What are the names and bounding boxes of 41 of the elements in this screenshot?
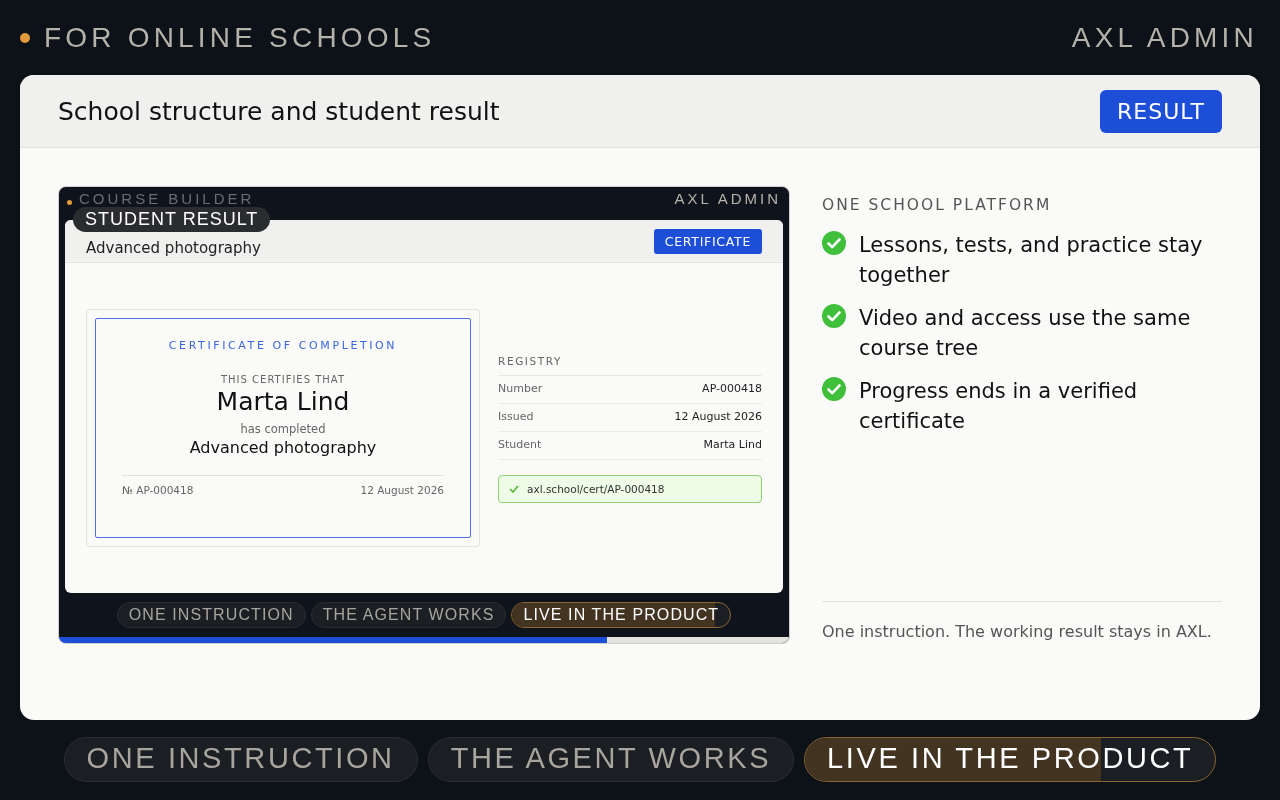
course-name: Advanced photography — [189, 438, 377, 457]
brand-name: AXL ADMIN — [1071, 21, 1258, 54]
tab[interactable]: LIVE IN THE PRODUCT — [511, 602, 732, 628]
registry-title: REGISTRY — [498, 355, 762, 376]
brand-name: AXL ADMIN — [674, 190, 781, 208]
tab[interactable]: ONE INSTRUCTION — [116, 602, 306, 628]
certificate-date: 12 August 2026 — [360, 484, 444, 496]
registry-value: AP-000418 — [702, 382, 762, 397]
feature-text: Video and access use the same course tree — [859, 305, 1192, 362]
tab[interactable]: THE AGENT WORKS — [310, 602, 507, 628]
verification-link[interactable]: axl.school/cert/AP-000418 — [498, 475, 762, 503]
student-name: Marta Lind — [216, 387, 350, 416]
certificate-heading: CERTIFICATE OF COMPLETION — [168, 339, 398, 352]
check-icon — [822, 231, 846, 255]
registry-label: Number — [498, 382, 543, 397]
status-dot — [20, 32, 30, 43]
registry-value: Marta Lind — [703, 438, 762, 453]
registry-label: Issued — [498, 410, 534, 425]
preview-caption: COURSE BUILDER — [79, 190, 255, 208]
registry-label: Student — [498, 438, 542, 453]
certificate-number: № AP-000418 — [122, 484, 194, 496]
check-icon — [822, 377, 846, 401]
tab[interactable]: LIVE IN THE PRODUCT — [804, 737, 1217, 782]
tab[interactable]: THE AGENT WORKS — [427, 737, 795, 782]
certificate-intro: THIS CERTIFIES THAT — [221, 374, 345, 385]
status-dot — [67, 199, 72, 205]
feature-text: Lessons, tests, and practice stay together — [859, 232, 1204, 289]
check-icon — [509, 485, 519, 493]
note-text: One instruction. The working result stays in AXL. — [822, 601, 1222, 644]
certificate-text: has completed — [240, 422, 326, 436]
course-title: Advanced photography — [86, 238, 261, 257]
student-result-badge: STUDENT RESULT — [73, 207, 271, 232]
features-title: ONE SCHOOL PLATFORM — [822, 196, 1053, 214]
registry-value: 12 August 2026 — [674, 410, 762, 425]
certificate-button[interactable]: CERTIFICATE — [653, 228, 762, 254]
feature-text: Progress ends in a verified certificate — [859, 378, 1139, 435]
result-button[interactable]: RESULT — [1100, 89, 1222, 133]
panel-title: School structure and student result — [58, 96, 500, 126]
tagline: FOR ONLINE SCHOOLS — [44, 21, 436, 54]
tab[interactable]: ONE INSTRUCTION — [63, 737, 418, 782]
check-icon — [822, 304, 846, 328]
